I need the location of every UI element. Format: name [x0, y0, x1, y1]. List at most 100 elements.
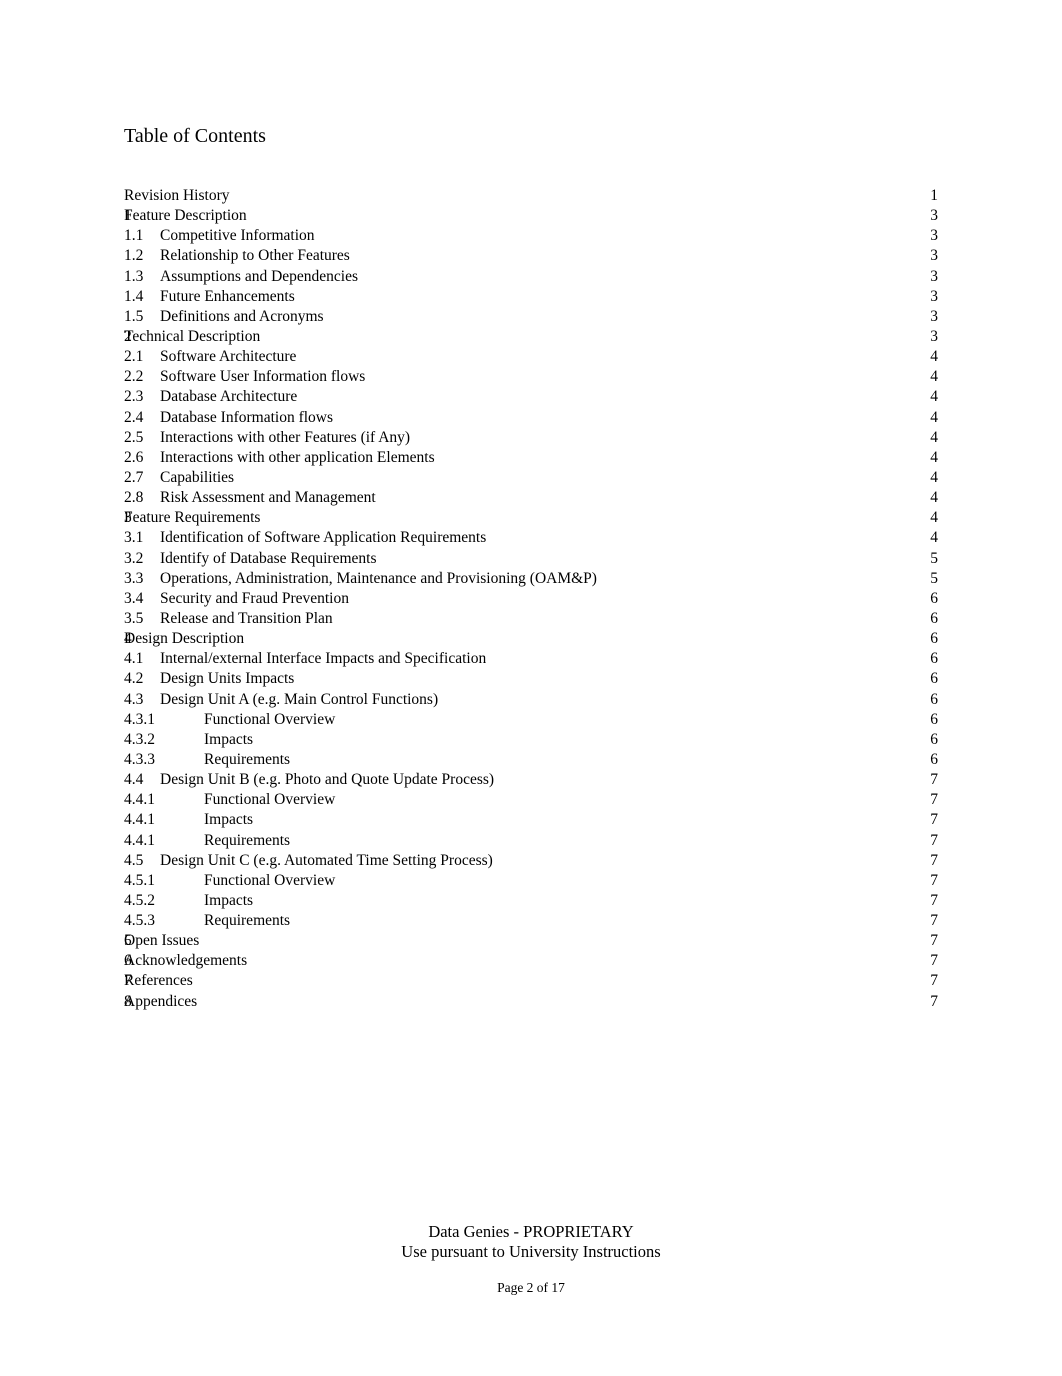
toc-entry-page: 3 [930, 287, 938, 305]
toc-entry-page: 4 [930, 428, 938, 446]
toc-entry-label: Impacts [204, 811, 254, 829]
page-title: Table of Contents [124, 125, 266, 147]
toc-entry-page: 7 [930, 831, 938, 849]
toc-entry[interactable]: 8 Appendices 7 [124, 992, 938, 1012]
toc-entry-page: 7 [930, 972, 938, 990]
toc-entry[interactable]: 4.4 Design Unit B (e.g. Photo and Quote U… [124, 770, 938, 790]
toc-entry-number: 2.3 [124, 388, 144, 406]
toc-entry-number: 4.4 [124, 771, 144, 789]
toc-entry[interactable]: 4.4.1 Requirements 7 [124, 831, 938, 851]
toc-entry[interactable]: 1.1 Competitive Information 3 [124, 226, 938, 246]
toc-entry[interactable]: 4.2 Design Units Impacts 6 [124, 669, 938, 689]
toc-entry[interactable]: 4.5 Design Unit C (e.g. Automated Time Se… [124, 851, 938, 871]
toc-entry[interactable]: 4.4.1 Impacts 7 [124, 810, 938, 830]
toc-entry-page: 7 [930, 851, 938, 869]
toc-entry-number: 4.3.2 [124, 730, 155, 748]
toc-entry[interactable]: 2.7 Capabilities 4 [124, 468, 938, 488]
toc-entry-number: 4.3.3 [124, 750, 155, 768]
toc-entry-label: Requirements [204, 750, 291, 768]
toc-entry-number: 2.4 [124, 408, 144, 426]
toc-entry[interactable]: 1.2 Relationship to Other Features 3 [124, 246, 938, 266]
toc-entry-number: 4.1 [124, 650, 144, 668]
toc-entry-number: 1.1 [124, 227, 144, 245]
toc-entry-label: Assumptions and Dependencies [160, 267, 359, 285]
toc-entry-number: 1.5 [124, 307, 144, 325]
toc-entry-page: 6 [930, 609, 938, 627]
toc-entry[interactable]: 3.1 Identification of Software Applicatio… [124, 528, 938, 548]
toc-entry-label: Impacts [204, 730, 254, 748]
toc-entry[interactable]: 4.3 Design Unit A (e.g. Main Control Func… [124, 690, 938, 710]
toc-entry-page: 4 [930, 448, 938, 466]
toc-entry[interactable]: 2.5 Interactions with other Features (if … [124, 428, 938, 448]
toc-entry[interactable]: 3 Feature Requirements 4 [124, 508, 938, 528]
toc-entry[interactable]: 2.2 Software User Information flows 4 [124, 367, 938, 387]
toc-entry[interactable]: 3.3 Operations, Administration, Maintenan… [124, 569, 938, 589]
toc-entry[interactable]: 4 Design Description 6 [124, 629, 938, 649]
toc-entry-page: 4 [930, 509, 938, 527]
toc-entry-page: 7 [930, 891, 938, 909]
toc-entry-label: Design Unit C (e.g. Automated Time Setti… [160, 851, 493, 869]
toc-entry-label: Definitions and Acronyms [160, 307, 324, 325]
toc-entry[interactable]: 1.3 Assumptions and Dependencies 3 [124, 267, 938, 287]
toc-entry-page: 6 [930, 730, 938, 748]
toc-entry-page: 3 [930, 327, 938, 345]
toc-entry-number: 4.4.1 [124, 791, 155, 809]
toc-entry-label: Appendices [124, 992, 198, 1010]
toc-entry[interactable]: 2.6 Interactions with other application E… [124, 448, 938, 468]
toc-entry-label: Open Issues [124, 932, 200, 950]
toc-entry-page: 7 [930, 791, 938, 809]
toc-entry[interactable]: 2.3 Database Architecture 4 [124, 387, 938, 407]
toc-entry-number: 2.5 [124, 428, 144, 446]
toc-entry-label: Identify of Database Requirements [160, 549, 377, 567]
toc-entry-number: 2.1 [124, 348, 144, 366]
toc-entry[interactable]: 3.4 Security and Fraud Prevention 6 [124, 589, 938, 609]
toc-entry-page: 5 [930, 569, 938, 587]
toc-entry-label: Functional Overview [204, 871, 336, 889]
toc-entry-number: 1.4 [124, 287, 144, 305]
toc-entry-page: 7 [930, 992, 938, 1010]
toc-entry[interactable]: 4.5.3 Requirements 7 [124, 911, 938, 931]
toc-entry-page: 6 [930, 650, 938, 668]
toc-entry-page: 1 [930, 187, 938, 204]
toc-entry-label: Risk Assessment and Management [160, 489, 376, 507]
toc-entry[interactable]: 4.3.3 Requirements 6 [124, 750, 938, 770]
toc-entry-page: 3 [930, 227, 938, 245]
toc-entry[interactable]: 4.3.1 Functional Overview 6 [124, 710, 938, 730]
toc-entry-page: 4 [930, 348, 938, 366]
toc-entry[interactable]: 3.2 Identify of Database Requirements 5 [124, 549, 938, 569]
toc-entry[interactable]: 2.1 Software Architecture 4 [124, 347, 938, 367]
toc-entry[interactable]: 1 Feature Description 3 [124, 206, 938, 226]
toc-entry[interactable]: 4.3.2 Impacts 6 [124, 730, 938, 750]
toc-entry-page: 6 [930, 630, 938, 648]
toc-entry-label: Interactions with other application Elem… [160, 448, 435, 466]
toc-entry[interactable]: 6 Acknowledgements 7 [124, 951, 938, 971]
toc-entry[interactable]: 5 Open Issues 7 [124, 931, 938, 951]
toc-entry[interactable]: 4.4.1 Functional Overview 7 [124, 790, 938, 810]
page-footer: Data Genies - PROPRIETARY Use pursuant t… [0, 1222, 1062, 1296]
toc-entry[interactable]: 2.4 Database Information flows 4 [124, 408, 938, 428]
toc-entry[interactable]: 1.5 Definitions and Acronyms 3 [124, 307, 938, 327]
toc-entry-page: 6 [930, 690, 938, 708]
toc-entry[interactable]: 4.5.1 Functional Overview 7 [124, 871, 938, 891]
toc-entry-number: 3.4 [124, 589, 144, 607]
toc-entry[interactable]: 2.8 Risk Assessment and Management 4 [124, 488, 938, 508]
toc-entry-number: 4.2 [124, 670, 144, 688]
toc-entry-label: Internal/external Interface Impacts and … [160, 650, 487, 668]
toc-entry-number: 3.5 [124, 609, 144, 627]
toc-entry-page: 4 [930, 468, 938, 486]
toc-entry[interactable]: 7 References 7 [124, 971, 938, 991]
toc-entry[interactable]: Revision History 1 [124, 186, 938, 206]
toc-entry-label: Future Enhancements [160, 287, 295, 305]
table-of-contents-list: Revision History 1 1 Feature Description 3 1.… [124, 186, 938, 1012]
toc-entry-page: 3 [930, 307, 938, 325]
toc-entry[interactable]: 1.4 Future Enhancements 3 [124, 287, 938, 307]
toc-entry-label: Identification of Software Application R… [160, 529, 487, 547]
toc-entry[interactable]: 3.5 Release and Transition Plan 6 [124, 609, 938, 629]
toc-entry-number: 3.1 [124, 529, 144, 547]
toc-entry-page: 3 [930, 267, 938, 285]
toc-entry[interactable]: 4.5.2 Impacts 7 [124, 891, 938, 911]
toc-entry-page: 6 [930, 750, 938, 768]
page-number-indicator: Page 2 of 17 [497, 1280, 565, 1295]
toc-entry[interactable]: 4.1 Internal/external Interface Impacts a… [124, 649, 938, 669]
toc-entry[interactable]: 2 Technical Description 3 [124, 327, 938, 347]
